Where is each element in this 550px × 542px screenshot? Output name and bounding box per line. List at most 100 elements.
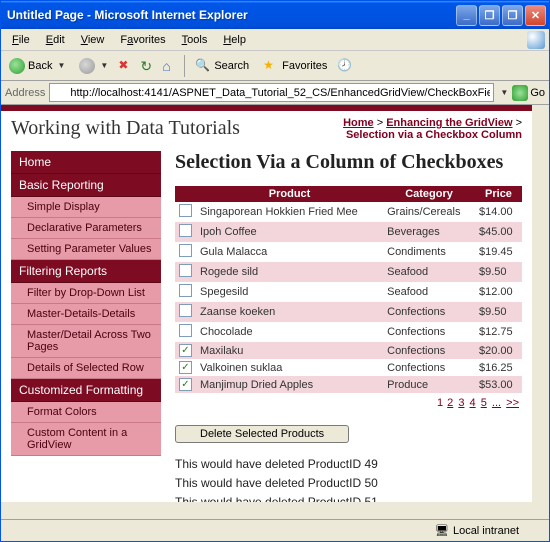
cell-category: Grains/Cereals — [383, 202, 475, 222]
pager-next[interactable]: >> — [506, 397, 519, 409]
pager-more[interactable]: ... — [492, 397, 501, 409]
row-checkbox[interactable]: ✓ — [179, 344, 192, 357]
favorites-button[interactable]: Favorites — [259, 56, 331, 76]
cell-category: Confections — [383, 359, 475, 376]
row-checkbox[interactable] — [179, 224, 192, 237]
sidebar-item[interactable]: Simple Display — [11, 197, 161, 218]
sidebar-item[interactable]: Filter by Drop-Down List — [11, 283, 161, 304]
cell-price: $45.00 — [475, 222, 522, 242]
cell-product: Manjimup Dried Apples — [196, 376, 383, 393]
pager-link[interactable]: 5 — [481, 397, 487, 409]
statusbar: Local intranet — [1, 519, 549, 541]
pager-link[interactable]: 4 — [470, 397, 476, 409]
cell-category: Confections — [383, 322, 475, 342]
row-checkbox[interactable] — [179, 244, 192, 257]
table-row: Rogede sild Seafood $9.50 — [175, 262, 522, 282]
sidebar-item[interactable]: Filtering Reports — [11, 260, 161, 283]
page-heading: Selection Via a Column of Checkboxes — [175, 151, 522, 174]
cell-product: Maxilaku — [196, 342, 383, 359]
sidebar-item[interactable]: Setting Parameter Values — [11, 239, 161, 260]
sidebar-item[interactable]: Master/Detail Across Two Pages — [11, 325, 161, 358]
cell-price: $16.25 — [475, 359, 522, 376]
sidebar: HomeBasic ReportingSimple DisplayDeclara… — [11, 151, 161, 513]
crumb-section[interactable]: Enhancing the GridView — [386, 117, 512, 129]
sidebar-item[interactable]: Customized Formatting — [11, 379, 161, 402]
sidebar-item[interactable]: Basic Reporting — [11, 174, 161, 197]
row-checkbox[interactable] — [179, 204, 192, 217]
table-row: ✓ Valkoinen suklaa Confections $16.25 — [175, 359, 522, 376]
cell-category: Seafood — [383, 262, 475, 282]
address-bar: Address ▼ Go — [1, 81, 549, 105]
col-checkbox — [175, 186, 196, 202]
cell-product: Spegesild — [196, 282, 383, 302]
cell-category: Beverages — [383, 222, 475, 242]
sidebar-item[interactable]: Custom Content in a GridView — [11, 423, 161, 456]
cell-price: $53.00 — [475, 376, 522, 393]
table-row: Ipoh Coffee Beverages $45.00 — [175, 222, 522, 242]
row-checkbox[interactable] — [179, 284, 192, 297]
cell-category: Seafood — [383, 282, 475, 302]
menu-tools[interactable]: Tools — [175, 32, 215, 48]
favorites-label: Favorites — [282, 60, 327, 72]
row-checkbox[interactable]: ✓ — [179, 361, 192, 374]
row-checkbox[interactable]: ✓ — [179, 378, 192, 391]
restore-button[interactable]: ❐ — [479, 5, 500, 26]
message-line: This would have deleted ProductID 51 — [175, 493, 522, 512]
cell-price: $12.75 — [475, 322, 522, 342]
back-button[interactable]: Back▼ — [5, 56, 69, 76]
close-button[interactable]: ✕ — [525, 5, 546, 26]
star-icon — [263, 58, 279, 74]
chevron-down-icon[interactable]: ▼ — [500, 88, 508, 97]
refresh-icon[interactable] — [140, 58, 156, 74]
cell-price: $9.50 — [475, 302, 522, 322]
history-icon[interactable] — [337, 58, 353, 74]
pager: 1 2 3 4 5 ... >> — [175, 393, 522, 413]
col-price: Price — [475, 186, 522, 202]
cell-category: Confections — [383, 342, 475, 359]
cell-category: Produce — [383, 376, 475, 393]
content-area: Working with Data Tutorials Home > Enhan… — [1, 105, 549, 519]
menu-view[interactable]: View — [74, 32, 112, 48]
row-checkbox[interactable] — [179, 264, 192, 277]
chevron-down-icon: ▼ — [57, 61, 65, 70]
breadcrumb: Home > Enhancing the GridView > Selectio… — [343, 117, 522, 141]
pager-current: 1 — [437, 397, 443, 409]
search-button[interactable]: Search — [191, 56, 253, 76]
col-product: Product — [196, 186, 383, 202]
crumb-home[interactable]: Home — [343, 117, 374, 129]
cell-product: Zaanse koeken — [196, 302, 383, 322]
message-line: This would have deleted ProductID 50 — [175, 474, 522, 493]
address-label: Address — [5, 87, 45, 99]
row-checkbox[interactable] — [179, 304, 192, 317]
maximize-button[interactable]: ❐ — [502, 5, 523, 26]
menu-favorites[interactable]: Favorites — [113, 32, 172, 48]
pager-link[interactable]: 2 — [447, 397, 453, 409]
delete-selected-button[interactable]: Delete Selected Products — [175, 425, 349, 443]
back-icon — [9, 58, 25, 74]
sidebar-item[interactable]: Format Colors — [11, 402, 161, 423]
menu-edit[interactable]: Edit — [39, 32, 72, 48]
row-checkbox[interactable] — [179, 324, 192, 337]
table-row: ✓ Manjimup Dried Apples Produce $53.00 — [175, 376, 522, 393]
sidebar-item[interactable]: Master-Details-Details — [11, 304, 161, 325]
menu-help[interactable]: Help — [216, 32, 253, 48]
forward-button[interactable]: ▼ — [75, 56, 112, 76]
sidebar-item[interactable]: Declarative Parameters — [11, 218, 161, 239]
minimize-button[interactable]: _ — [456, 5, 477, 26]
go-button[interactable]: Go — [512, 85, 545, 101]
message-line: This would have deleted ProductID 49 — [175, 455, 522, 474]
products-grid: Product Category Price Singaporean Hokki… — [175, 186, 522, 393]
go-icon — [512, 85, 528, 101]
cell-price: $14.00 — [475, 202, 522, 222]
pager-link[interactable]: 3 — [458, 397, 464, 409]
sidebar-item[interactable]: Details of Selected Row — [11, 358, 161, 379]
home-icon[interactable] — [162, 58, 178, 74]
menu-file[interactable]: File — [5, 32, 37, 48]
sidebar-item[interactable]: Home — [11, 151, 161, 174]
titlebar[interactable]: Untitled Page - Microsoft Internet Explo… — [1, 1, 549, 29]
site-title: Working with Data Tutorials — [11, 117, 240, 140]
address-input[interactable] — [49, 83, 494, 102]
table-row: Singaporean Hokkien Fried Mee Grains/Cer… — [175, 202, 522, 222]
stop-icon[interactable] — [118, 58, 134, 74]
ie-logo-icon — [527, 31, 545, 49]
